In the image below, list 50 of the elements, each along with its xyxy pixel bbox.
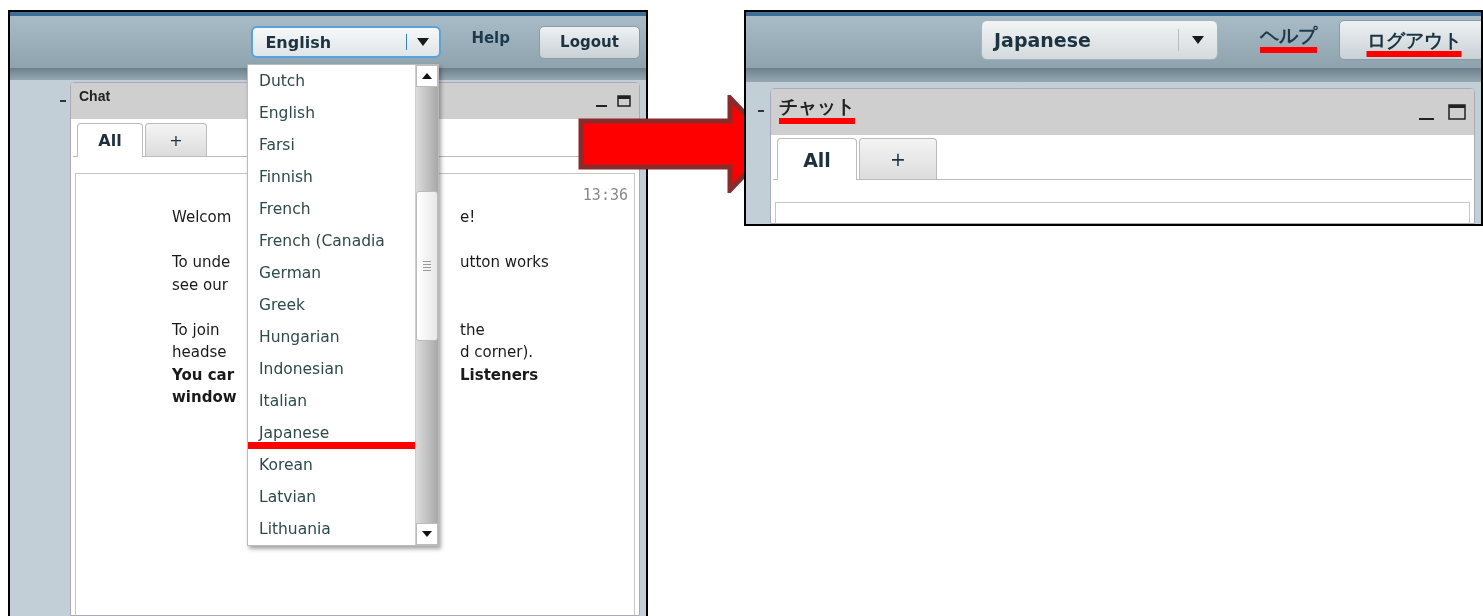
message-text: Welcom — [172, 208, 233, 227]
language-option[interactable]: Finnish — [248, 161, 419, 193]
chat-tab[interactable]: All — [77, 123, 143, 157]
maximize-icon — [1448, 103, 1466, 121]
message-text: d corner). — [460, 343, 534, 362]
chat-tab[interactable]: + — [859, 138, 937, 179]
language-option[interactable]: Greek — [248, 289, 419, 321]
language-option[interactable]: French — [248, 193, 419, 225]
help-link[interactable]: ヘルプ — [1260, 24, 1317, 56]
chat-tab[interactable]: All — [777, 138, 857, 180]
scroll-down-icon — [422, 531, 432, 537]
language-option[interactable]: German — [248, 257, 419, 289]
message-text: the — [460, 320, 485, 339]
chat-title: Chat — [79, 88, 111, 107]
message-text: Listeners — [460, 365, 539, 384]
language-option[interactable]: Italian — [248, 385, 419, 417]
message-text: To unde — [172, 253, 232, 272]
message-text: see our — [172, 275, 229, 294]
language-option[interactable]: Dutch — [248, 65, 419, 97]
language-option[interactable]: English — [248, 97, 419, 129]
message-text: window — [172, 388, 238, 407]
caret-icon — [1192, 36, 1204, 44]
logout-button[interactable]: ログアウト — [1339, 20, 1481, 60]
language-option[interactable]: Farsi — [248, 129, 419, 161]
message-text: You car — [172, 365, 236, 384]
minimize-icon — [596, 105, 607, 107]
language-option[interactable]: French (Canadia — [248, 225, 419, 257]
grip-icon — [423, 261, 431, 271]
message-timestamp: 13:36 — [582, 186, 628, 204]
caret-icon — [417, 38, 430, 46]
language-option[interactable]: Hungarian — [248, 321, 419, 353]
chat-tab[interactable]: + — [145, 123, 207, 156]
logout-button[interactable]: Logout — [539, 25, 640, 59]
language-option[interactable]: Indonesian — [248, 353, 419, 385]
help-link[interactable]: Help — [471, 28, 510, 56]
language-option[interactable]: Lithuania — [248, 513, 419, 545]
language-option[interactable]: Latvian — [248, 481, 419, 513]
language-select[interactable]: Japanese — [981, 20, 1218, 60]
scroll-up-icon — [422, 73, 432, 79]
message-text: utton works — [460, 253, 549, 272]
minimize-icon — [1419, 118, 1434, 120]
message-text: e! — [460, 208, 476, 227]
language-option[interactable]: Korean — [248, 449, 419, 481]
message-text: To join — [172, 320, 221, 339]
scroll-thumb[interactable] — [416, 191, 438, 341]
chat-title: チャット — [779, 96, 855, 120]
scrollbar[interactable] — [415, 65, 438, 545]
language-select[interactable]: English — [251, 26, 442, 58]
message-text: headse — [172, 343, 228, 362]
maximize-icon — [617, 94, 631, 108]
